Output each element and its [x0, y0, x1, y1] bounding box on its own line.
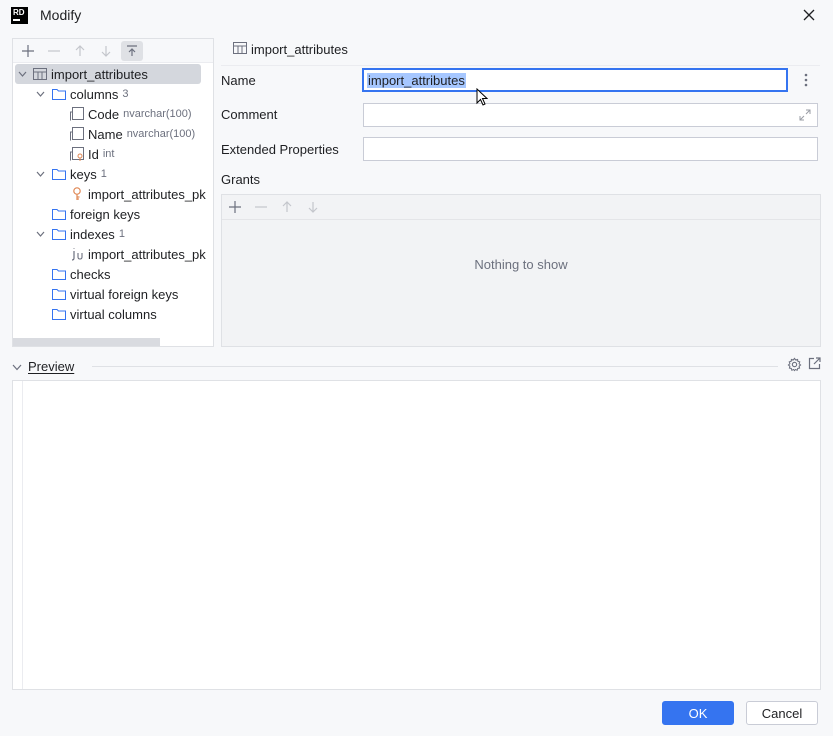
preview-tools — [787, 357, 821, 375]
tree-item-label: columns — [70, 86, 119, 102]
divider — [92, 366, 778, 367]
ok-button[interactable]: OK — [662, 701, 734, 725]
grants-table: Nothing to show — [221, 194, 821, 347]
add-icon[interactable] — [224, 197, 246, 217]
preview-header[interactable]: Preview — [12, 356, 821, 376]
tree-item-virtual-foreign-keys[interactable]: virtual foreign keys — [51, 284, 178, 304]
object-header: import_attributes — [233, 42, 348, 57]
tree-item-label: Name — [88, 126, 123, 142]
folder-icon — [51, 166, 67, 182]
editor-gutter — [13, 381, 23, 689]
move-to-top-icon[interactable] — [121, 40, 143, 61]
tree-item-label: indexes — [70, 226, 115, 242]
move-down-icon[interactable] — [95, 41, 117, 61]
tree-item-label: foreign keys — [70, 206, 141, 222]
tree-item-columns[interactable]: columns 3 — [33, 84, 129, 104]
chevron-down-icon[interactable] — [12, 359, 22, 374]
horizontal-scrollbar[interactable] — [13, 338, 160, 346]
tree-item-label: Code — [88, 106, 120, 122]
chevron-down-icon[interactable] — [33, 227, 47, 241]
folder-icon — [51, 206, 67, 222]
comment-field[interactable] — [363, 103, 818, 127]
gear-icon[interactable] — [787, 357, 802, 375]
chevron-down-icon[interactable] — [33, 87, 47, 101]
chevron-down-icon[interactable] — [15, 67, 29, 81]
object-header-title: import_attributes — [251, 42, 348, 57]
remove-icon[interactable] — [250, 197, 272, 217]
chevron-down-icon[interactable] — [33, 167, 47, 181]
folder-icon — [51, 86, 67, 102]
column-icon — [69, 126, 85, 142]
tree-item-column[interactable]: Name nvarchar(100) — [69, 124, 195, 144]
name-field-value: import_attributes — [367, 72, 466, 88]
tree-item-keys[interactable]: keys 1 — [33, 164, 107, 184]
tree-item-virtual-columns[interactable]: virtual columns — [51, 304, 157, 324]
column-icon — [69, 106, 85, 122]
grants-toolbar — [222, 195, 820, 220]
tree-item-column[interactable]: Code nvarchar(100) — [69, 104, 192, 124]
tree-item-label: Id — [88, 146, 99, 162]
tree-item-foreign-keys[interactable]: foreign keys — [51, 204, 140, 224]
table-icon — [32, 66, 48, 82]
tree-item-column[interactable]: Id int — [69, 144, 114, 164]
add-icon[interactable] — [17, 41, 39, 61]
window-title: Modify — [40, 7, 82, 23]
tree-item-indexes[interactable]: indexes 1 — [33, 224, 125, 244]
open-in-new-window-icon[interactable] — [808, 357, 821, 375]
count-badge: 1 — [100, 168, 107, 180]
comment-label: Comment — [221, 107, 278, 122]
divider — [221, 65, 820, 66]
app-logo-icon: RD — [11, 7, 28, 24]
tree-item-label: import_attributes — [51, 66, 148, 82]
column-type: nvarchar(100) — [123, 108, 192, 120]
tree-item-checks[interactable]: checks — [51, 264, 110, 284]
remove-icon[interactable] — [43, 41, 65, 61]
tree-item-label: keys — [70, 166, 97, 182]
title-bar: RD Modify — [0, 0, 833, 31]
primary-key-column-icon — [69, 146, 85, 162]
expand-icon[interactable] — [799, 109, 811, 124]
grants-label: Grants — [221, 172, 261, 187]
tree-item-index[interactable]: import_attributes_pk — [69, 244, 206, 264]
tree-item-label: virtual columns — [70, 306, 157, 322]
count-badge: 1 — [118, 228, 125, 240]
folder-icon — [51, 226, 67, 242]
unique-index-icon — [69, 246, 85, 262]
tree-item-table[interactable]: import_attributes — [15, 64, 201, 84]
tree-item-label: checks — [70, 266, 111, 282]
name-label: Name — [221, 73, 256, 88]
preview-editor[interactable] — [12, 380, 821, 690]
cancel-button[interactable]: Cancel — [746, 701, 818, 725]
empty-state-text: Nothing to show — [474, 257, 568, 272]
folder-icon — [51, 266, 67, 282]
mouse-cursor-icon — [476, 87, 489, 109]
tree-item-label: virtual foreign keys — [70, 286, 179, 302]
folder-icon — [51, 306, 67, 322]
folder-icon — [51, 286, 67, 302]
close-icon[interactable] — [800, 6, 818, 24]
object-tree-panel: import_attributes columns 3 Code nvarcha… — [12, 38, 214, 347]
move-up-icon[interactable] — [69, 41, 91, 61]
name-field[interactable]: import_attributes — [362, 68, 788, 92]
key-icon — [69, 186, 85, 202]
extended-properties-label: Extended Properties — [221, 142, 339, 157]
tree-item-label: import_attributes_pk — [88, 186, 206, 202]
column-type: nvarchar(100) — [126, 128, 196, 140]
count-badge: 3 — [122, 88, 129, 100]
preview-label: Preview — [28, 358, 75, 374]
table-icon — [233, 42, 247, 57]
tree-item-label: import_attributes_pk — [88, 246, 206, 262]
move-down-icon[interactable] — [302, 197, 324, 217]
extended-properties-field[interactable] — [363, 137, 818, 161]
tree-item-key[interactable]: import_attributes_pk — [69, 184, 206, 204]
more-options-icon[interactable] — [798, 71, 814, 89]
tree-toolbar — [13, 39, 213, 63]
column-type: int — [102, 148, 115, 160]
move-up-icon[interactable] — [276, 197, 298, 217]
